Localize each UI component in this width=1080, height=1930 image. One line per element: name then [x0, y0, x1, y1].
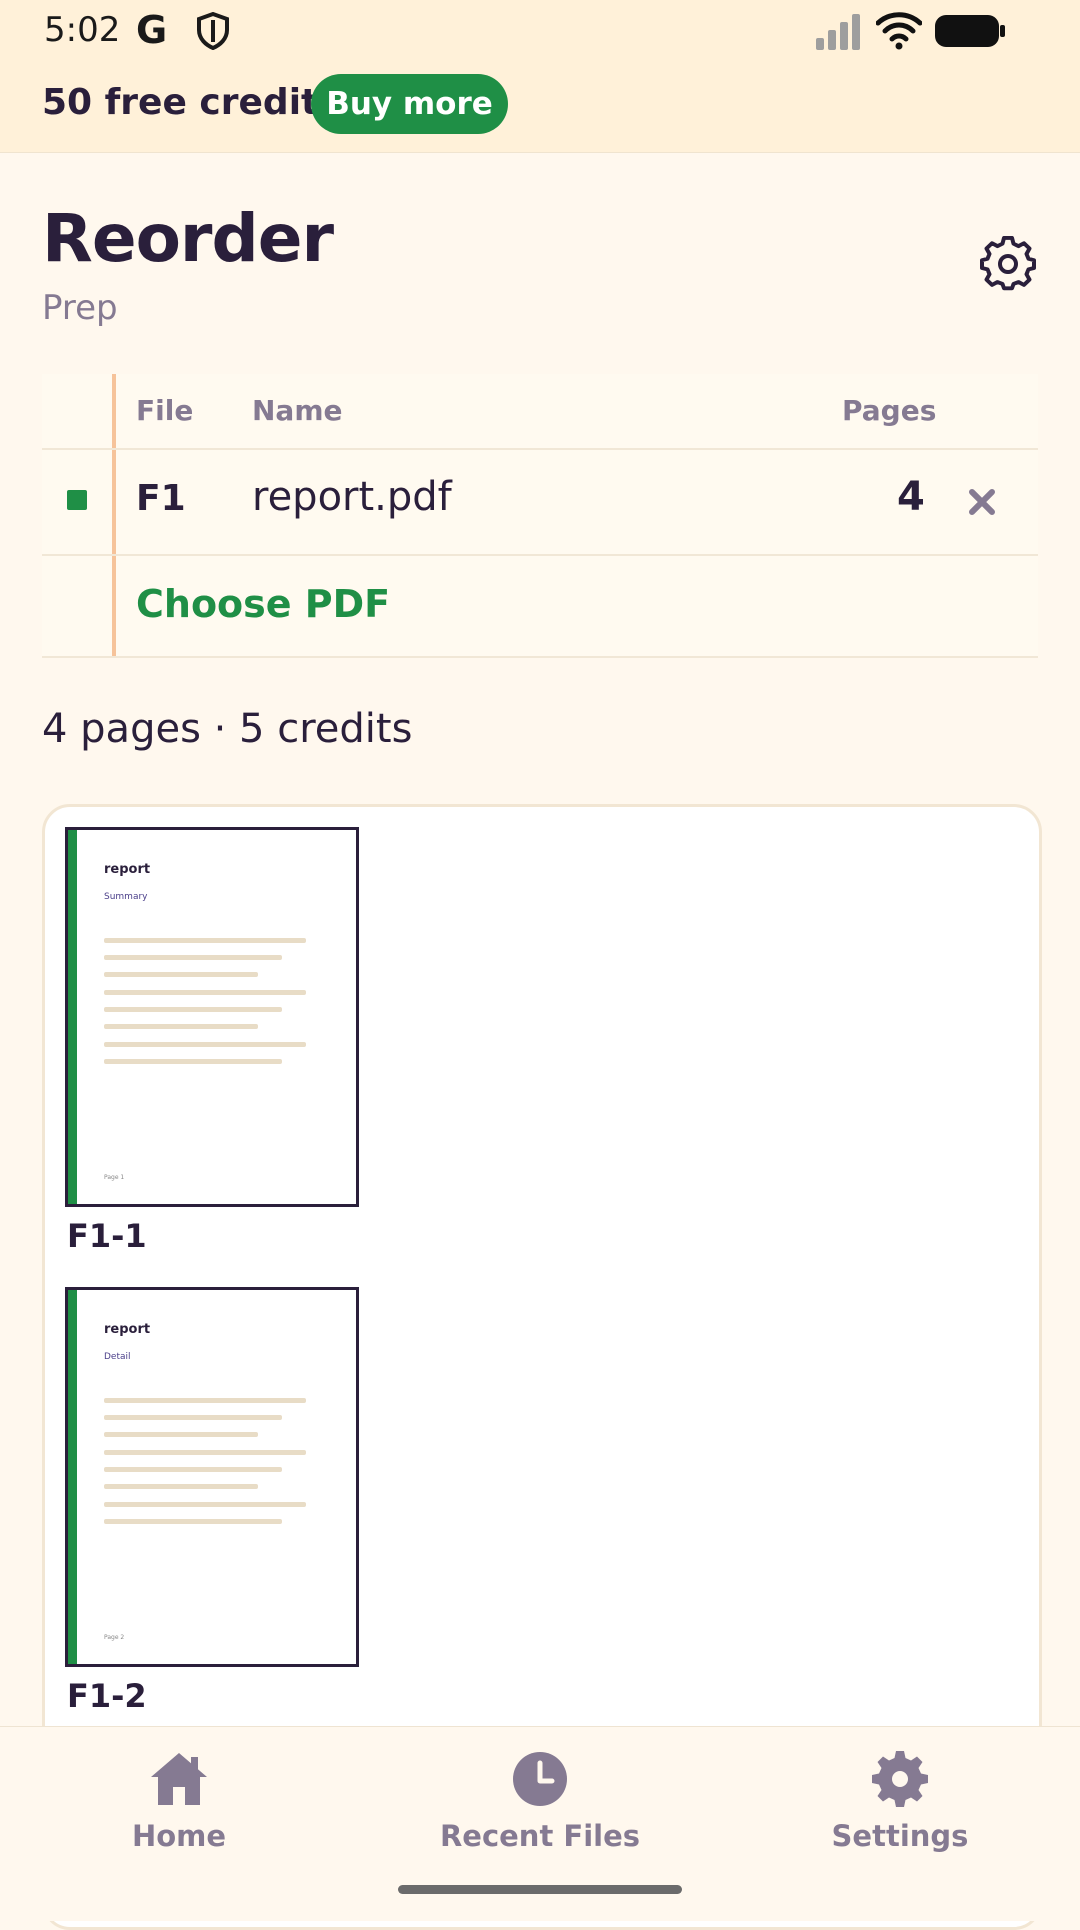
thumbnail-text-line — [104, 1502, 306, 1507]
page-subtitle: Prep — [42, 288, 118, 328]
nav-label-settings: Settings — [831, 1819, 969, 1853]
thumbnail-text-line — [104, 1007, 282, 1012]
thumbnail-subtitle: Summary — [104, 892, 148, 902]
file-table: File Name Pages F1 report.pdf 4 Choose P… — [42, 374, 1038, 658]
gear-icon[interactable] — [980, 236, 1036, 292]
thumbnail-text-line — [104, 972, 258, 977]
thumbnail-text-line — [104, 1467, 282, 1472]
thumbnail-text-line — [104, 1484, 258, 1489]
nav-item-recent-files[interactable]: Recent Files — [420, 1739, 660, 1859]
thumbnail-text-line — [104, 1415, 282, 1420]
file-color-marker — [67, 490, 87, 510]
column-header-file: File — [136, 394, 194, 427]
nav-item-settings[interactable]: Settings — [780, 1739, 1020, 1859]
file-id: F1 — [136, 478, 186, 519]
file-page-count: 4 — [897, 474, 925, 520]
header-row-divider — [42, 448, 1038, 450]
credits-count: 50 free credits — [42, 82, 340, 123]
thumbnail-text-line — [104, 1042, 306, 1047]
thumbnail-text-line — [104, 1519, 282, 1524]
thumbnail-text-line — [104, 938, 306, 943]
row-divider — [42, 554, 1038, 556]
thumbnail-text-line — [104, 990, 306, 995]
nav-item-home[interactable]: Home — [59, 1739, 299, 1859]
close-icon[interactable] — [964, 484, 1000, 520]
thumbnail-file-bar — [68, 830, 77, 1204]
thumbnail-footer: Page 2 — [104, 1634, 125, 1641]
page-thumbnail[interactable]: report Summary Page 1 — [65, 827, 359, 1207]
bottom-navigation: Home Recent Files Settings — [0, 1726, 1080, 1921]
home-icon — [151, 1753, 207, 1805]
page-label: F1-1 — [67, 1217, 147, 1255]
thumbnail-subtitle: Detail — [104, 1352, 131, 1362]
wifi-icon — [876, 12, 922, 50]
column-header-pages: Pages — [842, 394, 937, 427]
status-time: 5:02 — [44, 10, 121, 50]
table-bottom-divider — [42, 656, 1038, 658]
choose-pdf-button[interactable]: Choose PDF — [136, 582, 390, 626]
thumbnail-title: report — [104, 862, 151, 877]
page-title: Reorder — [42, 200, 334, 277]
nav-label-home: Home — [131, 1819, 227, 1853]
clock-icon — [513, 1752, 567, 1806]
thumbnail-text-line — [104, 1432, 258, 1437]
nav-label-recent-files: Recent Files — [439, 1819, 641, 1853]
column-header-name: Name — [252, 394, 343, 427]
thumbnail-text-line — [104, 1398, 306, 1403]
table-divider — [112, 374, 116, 658]
thumbnail-text-line — [104, 1059, 282, 1064]
top-banner: 5:02 G 50 free credits Buy more — [0, 0, 1080, 153]
thumbnail-file-bar — [68, 1290, 77, 1664]
thumbnail-text-line — [104, 1024, 258, 1029]
battery-icon — [935, 15, 1005, 47]
page-thumbnail[interactable]: report Detail Page 2 — [65, 1287, 359, 1667]
page-label: F1-2 — [67, 1677, 147, 1715]
signal-icon — [816, 14, 860, 50]
google-icon: G — [136, 8, 168, 52]
thumbnail-footer: Page 1 — [104, 1174, 125, 1181]
home-indicator[interactable] — [398, 1885, 682, 1894]
gear-icon — [872, 1751, 928, 1807]
buy-more-button[interactable]: Buy more — [311, 74, 508, 134]
thumbnail-text-line — [104, 1450, 306, 1455]
thumbnail-text-line — [104, 955, 282, 960]
file-name: report.pdf — [252, 474, 452, 520]
shield-icon — [197, 12, 229, 50]
thumbnail-title: report — [104, 1322, 151, 1337]
summary-text: 4 pages · 5 credits — [42, 706, 413, 752]
